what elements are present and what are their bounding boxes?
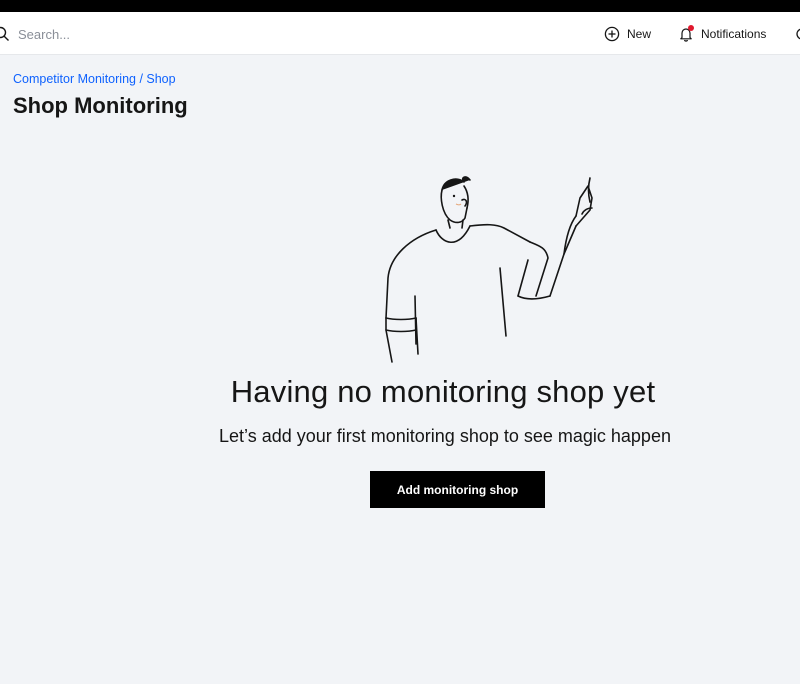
empty-state-subtitle: Let’s add your first monitoring shop to … xyxy=(219,426,671,446)
breadcrumb-link-competitor-monitoring[interactable]: Competitor Monitoring xyxy=(13,72,136,86)
breadcrumb-current-shop[interactable]: Shop xyxy=(146,72,175,86)
settings-button[interactable] xyxy=(794,12,800,55)
page-title: Shop Monitoring xyxy=(13,93,188,118)
settings-icon xyxy=(796,28,800,39)
search-input[interactable] xyxy=(18,21,398,47)
search-icon xyxy=(0,26,9,41)
top-window-strip xyxy=(0,0,800,12)
notifications-button[interactable]: Notifications xyxy=(678,12,766,55)
new-button-label: New xyxy=(627,26,652,41)
empty-state-title: Having no monitoring shop yet xyxy=(230,374,656,409)
person-pointing-up-illustration xyxy=(385,176,593,363)
breadcrumb: Competitor Monitoring / Shop xyxy=(13,72,176,86)
top-header: New Notifications xyxy=(0,12,800,55)
add-monitoring-shop-button[interactable]: Add monitoring shop xyxy=(370,471,545,508)
plus-circle-icon xyxy=(604,26,620,41)
breadcrumb-separator: / xyxy=(135,72,147,86)
notification-badge xyxy=(688,25,694,31)
notifications-button-label: Notifications xyxy=(701,26,767,41)
new-button[interactable]: New xyxy=(604,12,651,55)
search-bar xyxy=(0,12,420,55)
